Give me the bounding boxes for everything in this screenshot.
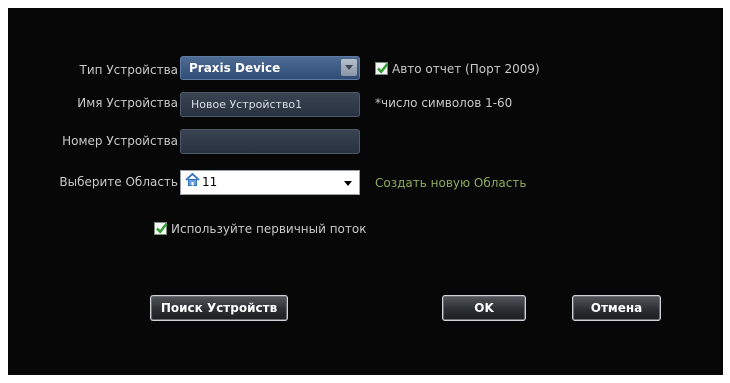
create-area-link[interactable]: Создать новую Область [375,176,526,190]
auto-report-label: Авто отчет (Порт 2009) [392,62,540,76]
device-number-label: Номер Устройства [62,134,178,148]
area-value: 11 [202,175,218,189]
device-name-hint: *число символов 1-60 [375,96,513,110]
chevron-down-icon[interactable] [344,181,352,186]
device-type-label: Тип Устройства [79,63,178,77]
house-icon [185,171,200,194]
primary-stream-checkbox[interactable] [154,222,168,235]
cancel-button[interactable]: Отмена [572,295,661,321]
add-device-dialog: Тип Устройства Praxis Device Авто отчет … [8,8,723,375]
device-name-input[interactable]: Новое Устройство1 [180,92,360,117]
device-name-label: Имя Устройства [77,96,178,110]
chevron-down-icon[interactable] [341,59,357,76]
auto-report-checkbox[interactable] [375,62,389,75]
area-label: Выберите Область [59,175,178,189]
area-select[interactable]: 11 [180,170,360,195]
search-devices-button[interactable]: Поиск Устройств [150,295,288,321]
device-type-select[interactable]: Praxis Device [180,56,360,80]
checkmark-icon [377,63,389,74]
ok-button[interactable]: OK [442,295,526,321]
checkmark-icon [156,223,168,234]
primary-stream-label: Используйте первичный поток [171,222,367,236]
device-number-input[interactable] [180,129,360,154]
device-type-value: Praxis Device [189,61,281,75]
